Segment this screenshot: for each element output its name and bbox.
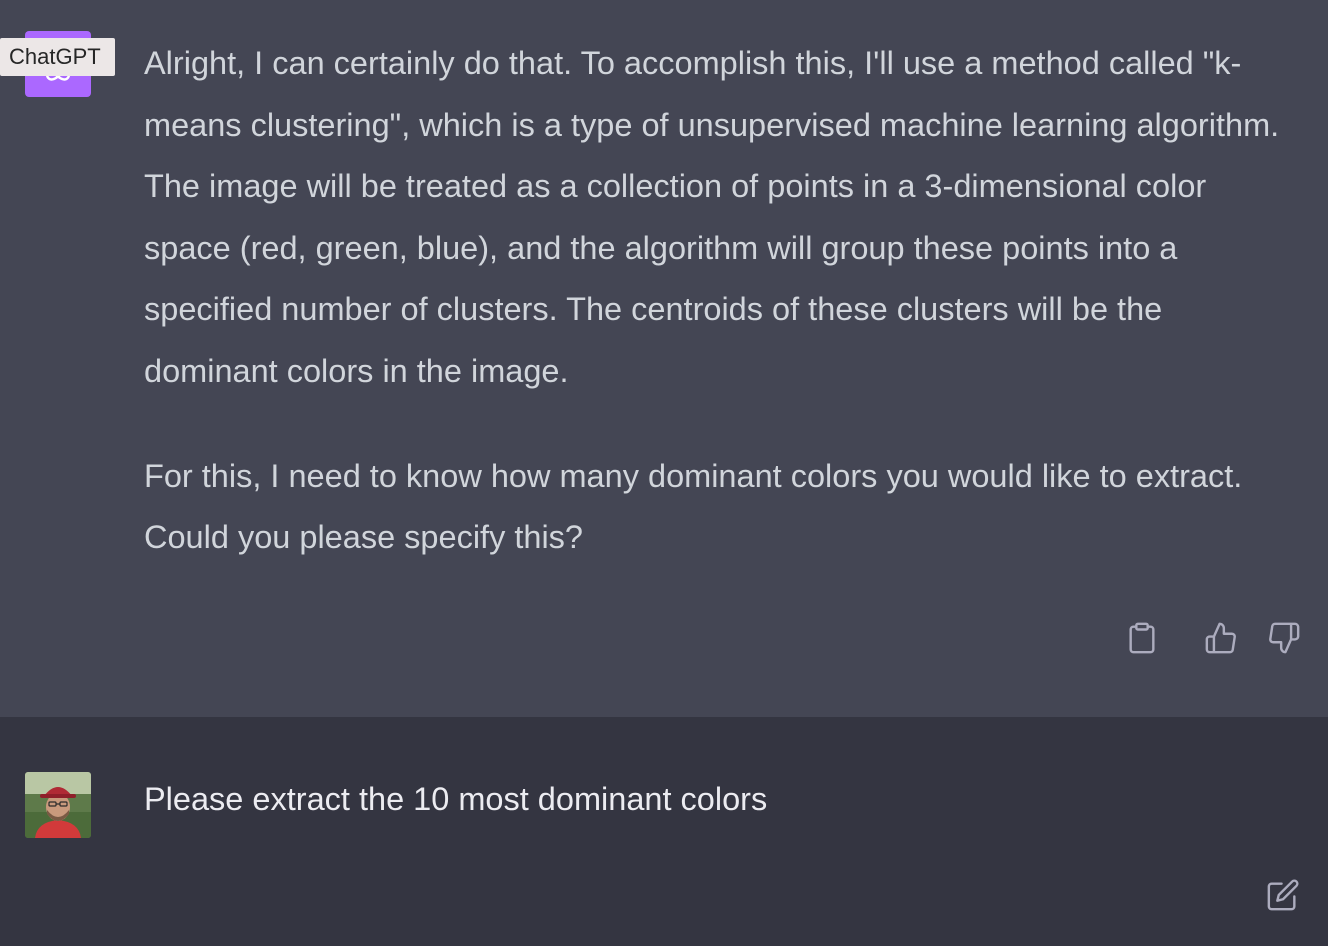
tooltip: ChatGPT xyxy=(0,38,115,76)
dislike-button[interactable] xyxy=(1264,618,1304,658)
message-paragraph: Alright, I can certainly do that. To acc… xyxy=(144,45,1280,389)
thumbs-up-icon xyxy=(1205,622,1236,654)
message-paragraph: For this, I need to know how many domina… xyxy=(144,457,1243,556)
user-message: Please extract the 10 most dominant colo… xyxy=(144,781,768,817)
user-avatar xyxy=(25,772,91,838)
edit-icon xyxy=(1267,879,1299,911)
thumbs-down-icon xyxy=(1269,622,1300,654)
edit-button[interactable] xyxy=(1263,875,1303,915)
user-message-row xyxy=(0,717,1328,946)
like-button[interactable] xyxy=(1201,618,1241,658)
copy-button[interactable] xyxy=(1122,618,1162,658)
user-photo xyxy=(25,772,91,838)
assistant-message: Alright, I can certainly do that. To acc… xyxy=(144,33,1294,569)
clipboard-icon xyxy=(1129,622,1155,654)
